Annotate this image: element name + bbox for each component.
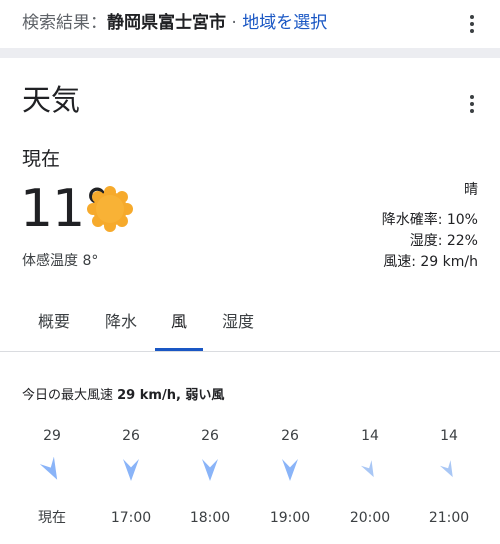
wind-column-time: 18:00 xyxy=(189,510,231,526)
wind-summary: 今日の最大風速 29 km/h, 弱い風 xyxy=(22,386,224,406)
wind-speed-value: 風速: 29 km/h xyxy=(383,254,478,270)
weather-tabs: 概要 降水 風 湿度 xyxy=(0,300,500,352)
feels-like: 体感温度 8° xyxy=(22,253,99,269)
card-more-options-icon[interactable] xyxy=(462,94,482,114)
wind-column: 29 現在 xyxy=(12,426,92,528)
tab-humidity[interactable]: 湿度 xyxy=(214,300,262,352)
wind-column: 14 21:00 xyxy=(409,426,489,528)
location-prefix: 検索結果： xyxy=(22,13,107,33)
wind-arrow-icon xyxy=(330,446,410,494)
wind-column-time: 19:00 xyxy=(269,510,311,526)
wind-column-time: 現在 xyxy=(38,510,66,526)
location-separator: · xyxy=(226,13,243,33)
humidity-value: 湿度: 22% xyxy=(409,233,478,249)
wind-column-speed: 26 xyxy=(281,428,299,444)
wind-summary-value: 29 km/h, 弱い風 xyxy=(117,388,225,403)
section-divider xyxy=(0,48,500,58)
tab-overview[interactable]: 概要 xyxy=(30,300,78,352)
wind-arrow-icon xyxy=(250,446,330,494)
location-line: 検索結果：静岡県富士宮市 · 地域を選択 xyxy=(22,12,327,34)
wind-column-speed: 14 xyxy=(361,428,379,444)
wind-column-speed: 29 xyxy=(43,428,61,444)
wind-column: 26 19:00 xyxy=(250,426,330,528)
location-name: 静岡県富士宮市 xyxy=(107,13,226,33)
choose-region-link[interactable]: 地域を選択 xyxy=(242,13,327,33)
sunny-icon xyxy=(87,186,133,232)
wind-column-time: 21:00 xyxy=(428,510,470,526)
wind-column-speed: 14 xyxy=(440,428,458,444)
wind-column: 14 20:00 xyxy=(330,426,410,528)
wind-arrow-icon xyxy=(91,446,171,494)
wind-column: 26 17:00 xyxy=(91,426,171,528)
search-location-bar: 検索結果：静岡県富士宮市 · 地域を選択 xyxy=(0,0,500,48)
tab-precipitation[interactable]: 降水 xyxy=(97,300,145,352)
tab-wind[interactable]: 風 xyxy=(155,300,203,352)
now-label: 現在 xyxy=(22,148,61,170)
weather-condition: 晴 xyxy=(464,182,478,198)
wind-column: 26 18:00 xyxy=(170,426,250,528)
wind-arrow-icon xyxy=(170,446,250,494)
wind-arrow-icon xyxy=(409,446,489,494)
wind-column-speed: 26 xyxy=(122,428,140,444)
wind-column-time: 20:00 xyxy=(349,510,391,526)
precipitation-chance: 降水確率: 10% xyxy=(381,212,478,228)
more-options-icon[interactable] xyxy=(462,14,482,34)
wind-summary-prefix: 今日の最大風速 xyxy=(22,388,118,403)
wind-column-speed: 26 xyxy=(201,428,219,444)
card-title: 天気 xyxy=(22,83,81,117)
active-tab-indicator xyxy=(155,348,203,351)
wind-arrow-icon xyxy=(12,446,92,494)
wind-column-time: 17:00 xyxy=(110,510,152,526)
